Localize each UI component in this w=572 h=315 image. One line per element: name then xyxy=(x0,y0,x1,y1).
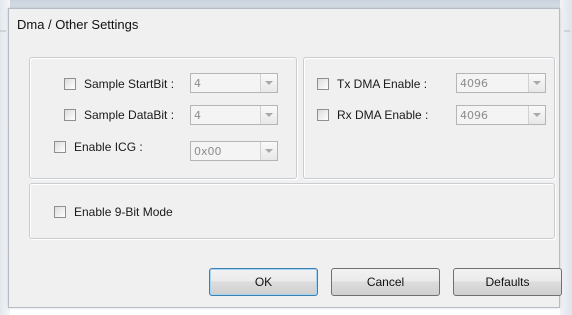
sample-databit-value: 4 xyxy=(194,108,201,122)
chevron-down-icon[interactable] xyxy=(528,74,545,92)
sample-startbit-label: Sample StartBit : xyxy=(84,77,175,91)
enable-9bit-checkbox[interactable] xyxy=(54,206,66,218)
chevron-down-icon[interactable] xyxy=(260,106,277,124)
rx-dma-checkbox[interactable] xyxy=(317,109,329,121)
dialog-title: Dma / Other Settings xyxy=(17,17,139,32)
sample-startbit-value: 4 xyxy=(194,76,201,90)
cancel-button[interactable]: Cancel xyxy=(331,268,440,296)
sample-databit-label: Sample DataBit : xyxy=(84,108,175,122)
rx-dma-label: Rx DMA Enable : xyxy=(337,108,429,122)
tx-dma-row: Tx DMA Enable : xyxy=(317,74,427,94)
rx-dma-combo[interactable]: 4096 xyxy=(456,105,546,125)
sample-startbit-checkbox[interactable] xyxy=(64,78,76,90)
sample-databit-checkbox[interactable] xyxy=(64,109,76,121)
sample-databit-combo[interactable]: 4 xyxy=(190,105,278,125)
rx-dma-value: 4096 xyxy=(460,108,488,122)
tx-dma-combo[interactable]: 4096 xyxy=(456,73,546,93)
tx-dma-label: Tx DMA Enable : xyxy=(337,77,428,91)
enable-9bit-label: Enable 9-Bit Mode xyxy=(74,205,173,219)
background-edge-right xyxy=(560,0,572,315)
chevron-down-icon[interactable] xyxy=(260,74,277,92)
tx-dma-checkbox[interactable] xyxy=(317,78,329,90)
chevron-down-icon[interactable] xyxy=(528,106,545,124)
sample-startbit-row: Sample StartBit : xyxy=(64,74,174,94)
enable-icg-row: Enable ICG : xyxy=(54,137,143,157)
tx-dma-value: 4096 xyxy=(460,76,488,90)
sample-databit-row: Sample DataBit : xyxy=(64,105,174,125)
ok-button[interactable]: OK xyxy=(209,268,318,296)
defaults-button[interactable]: Defaults xyxy=(453,268,562,296)
enable-icg-value: 0x00 xyxy=(194,144,222,158)
enable-9bit-row: Enable 9-Bit Mode xyxy=(54,202,173,222)
enable-icg-combo[interactable]: 0x00 xyxy=(190,141,278,161)
chevron-down-icon[interactable] xyxy=(260,142,277,160)
enable-icg-checkbox[interactable] xyxy=(54,141,66,153)
enable-icg-label: Enable ICG : xyxy=(74,140,143,154)
sample-startbit-combo[interactable]: 4 xyxy=(190,73,278,93)
rx-dma-row: Rx DMA Enable : xyxy=(317,105,428,125)
